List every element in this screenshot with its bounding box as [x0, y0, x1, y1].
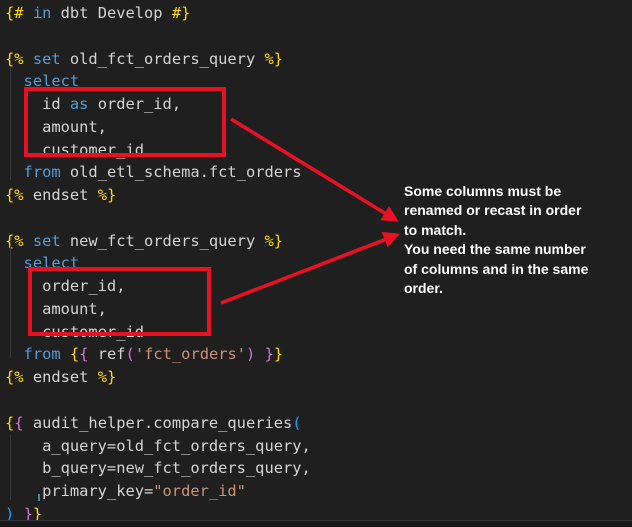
code-token	[5, 163, 24, 181]
code-token: {%	[5, 368, 24, 386]
code-token: endset	[24, 186, 98, 204]
code-line: primary_key="order_id"	[5, 480, 311, 503]
code-token	[255, 345, 264, 363]
code-token: %}	[98, 186, 117, 204]
code-token: {#	[5, 4, 24, 22]
annotation-box	[24, 87, 226, 157]
code-token: from	[24, 345, 61, 363]
annotation-note-line: of columns and in the same	[404, 260, 626, 279]
code-token: a_query=old_fct_orders_query,	[5, 437, 311, 455]
annotation-note-line: You need the same number	[404, 240, 626, 259]
code-token: %}	[264, 50, 283, 68]
code-line	[5, 389, 311, 412]
code-token	[5, 345, 24, 363]
code-token: "order_id"	[153, 482, 246, 500]
code-token: (	[126, 345, 135, 363]
code-line: {% endset %}	[5, 366, 311, 389]
code-line	[5, 25, 311, 48]
code-token	[5, 254, 24, 272]
code-token: b_query=new_fct_orders_query,	[5, 459, 311, 477]
code-token: %}	[98, 368, 117, 386]
code-token: }	[265, 345, 274, 363]
code-line: from old_etl_schema.fct_orders	[5, 161, 311, 184]
active-bracket-guide	[38, 494, 40, 501]
code-token: #}	[172, 4, 191, 22]
code-token: in	[24, 4, 52, 22]
code-line: {# in dbt Develop #}	[5, 2, 311, 25]
code-token: {	[5, 414, 14, 432]
code-token: ref	[88, 345, 125, 363]
indent-guide	[10, 246, 11, 358]
annotation-note-line: to match.	[404, 221, 626, 240]
code-token: %}	[264, 232, 283, 250]
code-token: audit_helper.compare_queries	[24, 414, 293, 432]
code-token: old_fct_orders_query	[61, 50, 265, 68]
code-token: set	[24, 50, 61, 68]
code-line: {% set old_fct_orders_query %}	[5, 48, 311, 71]
code-editor[interactable]: {# in dbt Develop #} {% set old_fct_order…	[0, 0, 632, 527]
code-token: old_etl_schema.fct_orders	[61, 163, 302, 181]
code-line: from {{ ref('fct_orders') }}	[5, 343, 311, 366]
code-line: b_query=new_fct_orders_query,	[5, 457, 311, 480]
code-token: {%	[5, 50, 24, 68]
code-token: primary_key=	[5, 482, 153, 500]
code-token: set	[24, 232, 61, 250]
code-token: }	[274, 345, 283, 363]
editor-bottom-edge	[0, 520, 632, 527]
code-token: dbt Develop	[51, 4, 171, 22]
code-token: {	[14, 414, 23, 432]
code-line: a_query=old_fct_orders_query,	[5, 435, 311, 458]
code-token: 'fct_orders'	[135, 345, 246, 363]
code-token: endset	[24, 368, 98, 386]
annotation-note: Some columns must berenamed or recast in…	[404, 182, 626, 298]
annotation-note-line: renamed or recast in order	[404, 201, 626, 220]
code-token: {	[70, 345, 79, 363]
annotation-note-line: Some columns must be	[404, 182, 626, 201]
annotation-note-line: order.	[404, 279, 626, 298]
code-line: {{ audit_helper.compare_queries(	[5, 412, 311, 435]
code-line	[5, 207, 311, 230]
indent-guide	[10, 435, 11, 500]
code-token: {%	[5, 186, 24, 204]
code-token: new_fct_orders_query	[61, 232, 265, 250]
code-token: {%	[5, 232, 24, 250]
code-line: {% set new_fct_orders_query %}	[5, 230, 311, 253]
code-token: )	[246, 345, 255, 363]
code-token	[5, 72, 24, 90]
code-token: from	[24, 163, 61, 181]
annotation-box	[28, 267, 211, 336]
code-area[interactable]: {# in dbt Develop #} {% set old_fct_order…	[5, 2, 311, 526]
code-token	[61, 345, 70, 363]
code-line: {% endset %}	[5, 184, 311, 207]
code-token: (	[292, 414, 301, 432]
indent-guide	[10, 68, 11, 180]
